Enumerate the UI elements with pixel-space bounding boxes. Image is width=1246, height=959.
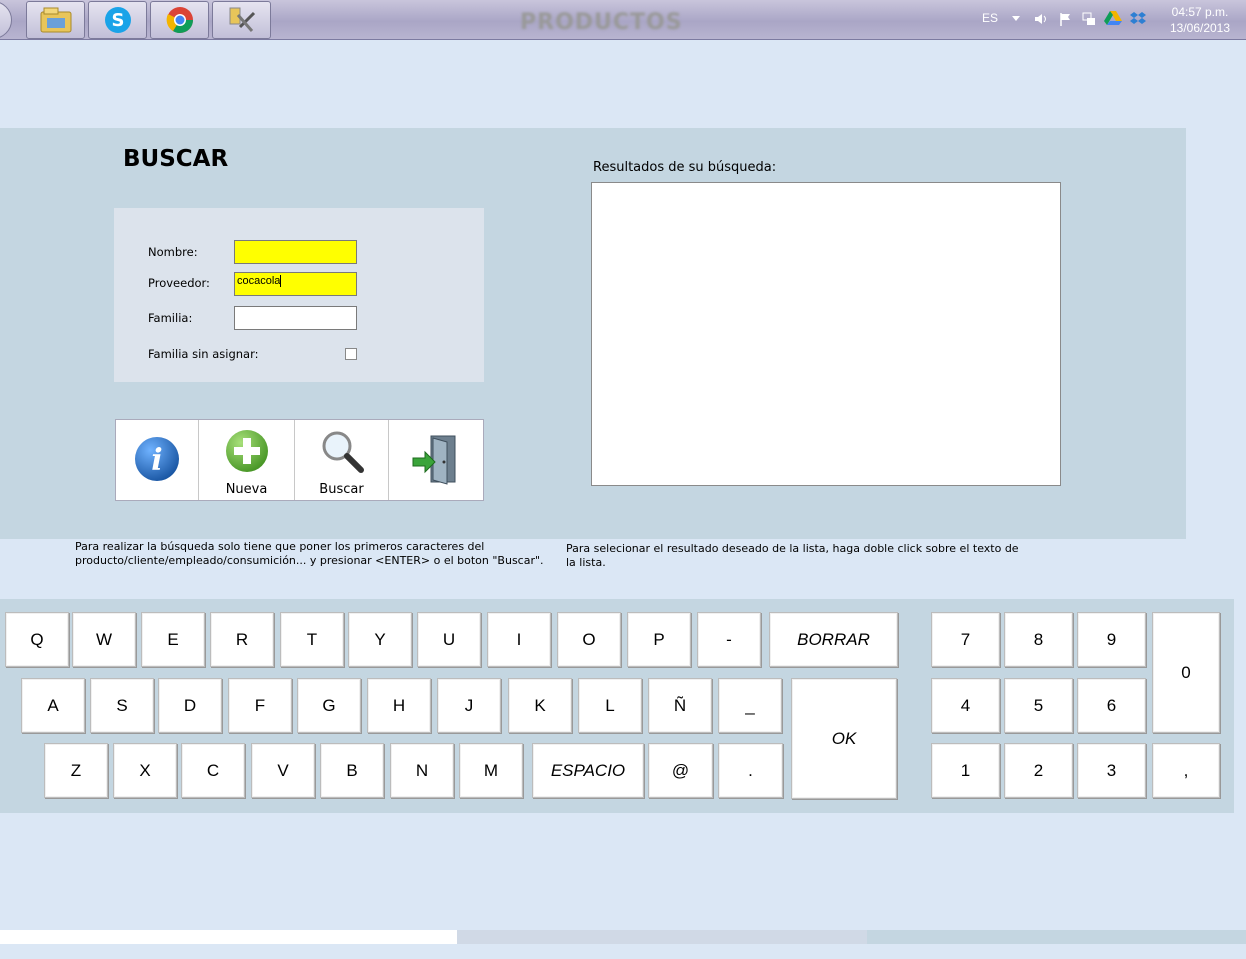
skype-icon[interactable]: S [88,1,147,39]
info-button[interactable]: i [116,420,199,500]
key-w[interactable]: W [72,612,136,667]
key-num-2[interactable]: 2 [1004,743,1073,798]
google-drive-icon[interactable] [1104,10,1122,30]
key-period[interactable]: . [718,743,783,798]
key-num-5[interactable]: 5 [1004,678,1073,733]
key-num-8[interactable]: 8 [1004,612,1073,667]
key-s[interactable]: S [90,678,154,733]
key-num-4[interactable]: 4 [931,678,1000,733]
key-t[interactable]: T [280,612,344,667]
key-v[interactable]: V [251,743,315,798]
key-num-6[interactable]: 6 [1077,678,1146,733]
results-list[interactable] [591,182,1061,486]
key-g[interactable]: G [297,678,361,733]
svg-text:S: S [111,10,124,31]
key-num-3[interactable]: 3 [1077,743,1146,798]
key-enye[interactable]: Ñ [648,678,712,733]
text-cursor [280,275,282,288]
taskbar: S PRODUCTOS ES 04:57 p.m. 13/06/2013 [0,0,1246,40]
key-at[interactable]: @ [648,743,713,798]
dropbox-icon[interactable] [1129,10,1147,32]
key-c[interactable]: C [181,743,245,798]
key-num-1[interactable]: 1 [931,743,1000,798]
key-comma[interactable]: , [1152,743,1220,798]
key-u[interactable]: U [417,612,481,667]
key-ok[interactable]: OK [791,678,897,799]
flag-icon[interactable] [1058,11,1074,31]
key-borrar[interactable]: BORRAR [769,612,898,667]
chrome-icon[interactable] [150,1,209,39]
key-i[interactable]: I [487,612,551,667]
key-d[interactable]: D [158,678,222,733]
key-q[interactable]: Q [5,612,69,667]
key-a[interactable]: A [21,678,85,733]
clock-time: 04:57 p.m. [1171,5,1229,19]
key-l[interactable]: L [578,678,642,733]
info-icon: i [135,437,179,481]
nueva-button[interactable]: Nueva [199,420,295,500]
language-indicator[interactable]: ES [982,11,998,25]
status-bar-middle [457,930,867,944]
familia-label: Familia: [148,311,193,325]
key-num-0[interactable]: 0 [1152,612,1220,733]
key-underscore[interactable]: _ [718,678,782,733]
key-n[interactable]: N [390,743,454,798]
key-m[interactable]: M [459,743,523,798]
key-z[interactable]: Z [44,743,108,798]
chevron-down-icon[interactable] [1012,16,1020,21]
window-title: PRODUCTOS [520,10,683,35]
key-y[interactable]: Y [348,612,412,667]
file-explorer-icon[interactable] [26,1,85,39]
key-espacio[interactable]: ESPACIO [532,743,644,798]
tools-app-icon[interactable] [212,1,271,39]
key-x[interactable]: X [113,743,177,798]
proveedor-label: Proveedor: [148,276,210,290]
volume-icon[interactable] [1033,11,1049,31]
results-help-text: Para selecionar el resultado deseado de … [566,542,1019,569]
familia-sin-asignar-checkbox[interactable] [345,348,357,360]
key-num-9[interactable]: 9 [1077,612,1146,667]
exit-button[interactable] [389,420,483,500]
on-screen-keyboard: Q W E R T Y U I O P - BORRAR A S D F G H J K L Ñ _ OK Z X C V B N M ESP… [0,599,1234,813]
add-icon [225,430,268,472]
proveedor-value: cocacola [237,275,281,287]
nueva-label: Nueva [225,482,268,497]
key-b[interactable]: B [320,743,384,798]
network-icon[interactable] [1081,11,1097,31]
start-orb-icon[interactable] [0,1,12,39]
svg-text:i: i [151,443,162,478]
exit-door-icon [412,435,456,485]
clock-date: 13/06/2013 [1169,21,1231,35]
key-r[interactable]: R [210,612,274,667]
familia-input[interactable] [234,306,357,330]
key-p[interactable]: P [627,612,691,667]
key-f[interactable]: F [228,678,292,733]
nombre-label: Nombre: [148,245,198,259]
familia-sin-asignar-label: Familia sin asignar: [148,347,259,361]
key-e[interactable]: E [141,612,205,667]
key-o[interactable]: O [557,612,621,667]
page-title: BUSCAR [123,146,229,172]
key-j[interactable]: J [437,678,501,733]
results-label: Resultados de su búsqueda: [593,160,777,175]
key-dash[interactable]: - [697,612,761,667]
buscar-label: Buscar [319,482,364,497]
proveedor-input[interactable]: cocacola [234,272,357,296]
clock[interactable]: 04:57 p.m. 13/06/2013 [1160,4,1240,36]
magnifier-icon [322,431,364,473]
action-toolbar: i Nueva Buscar [115,419,484,501]
status-bar-right [867,930,1246,944]
key-k[interactable]: K [508,678,572,733]
key-h[interactable]: H [367,678,431,733]
status-bar-left [0,930,457,944]
nombre-input[interactable] [234,240,357,264]
key-num-7[interactable]: 7 [931,612,1000,667]
search-help-text: Para realizar la búsqueda solo tiene que… [75,540,544,567]
buscar-button[interactable]: Buscar [295,420,389,500]
